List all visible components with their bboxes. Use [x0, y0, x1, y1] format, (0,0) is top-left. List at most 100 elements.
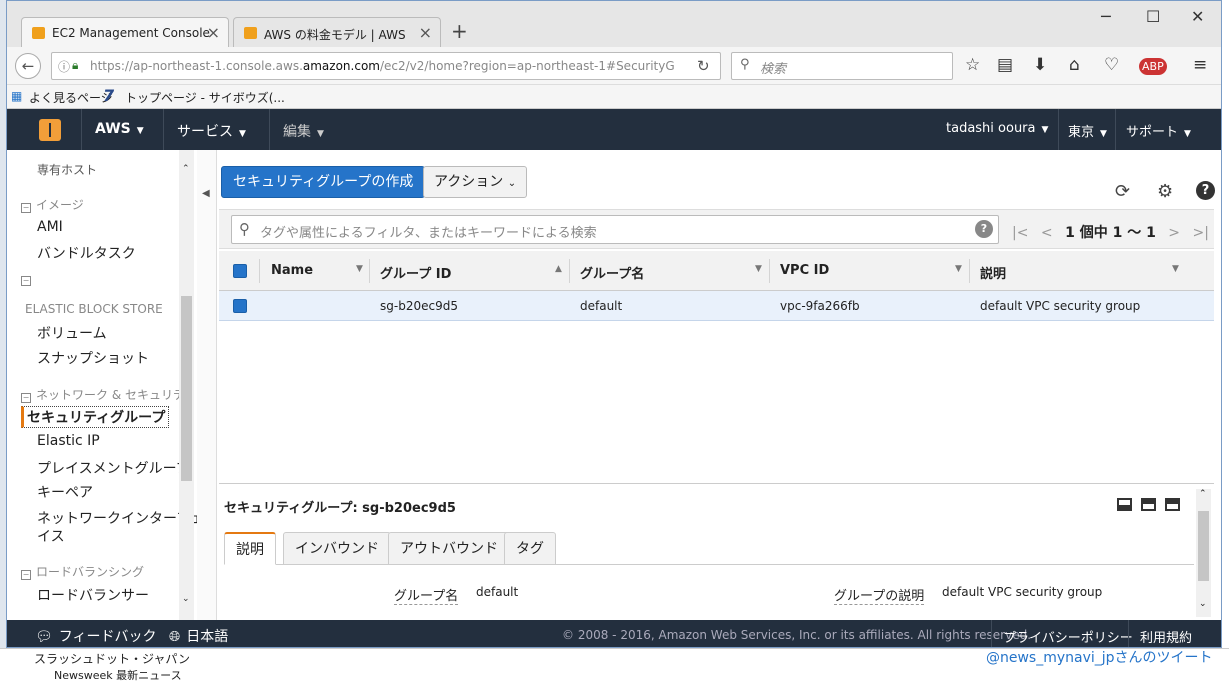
- close-icon[interactable]: ×: [419, 23, 432, 42]
- aws-cube-icon[interactable]: [39, 119, 61, 141]
- user-menu[interactable]: tadashi ooura ▼: [946, 121, 1048, 136]
- tab-aws-pricing[interactable]: AWS の料金モデル | AWS ×: [233, 17, 441, 47]
- maximize-button[interactable]: ☐: [1146, 7, 1160, 26]
- new-tab-button[interactable]: +: [451, 19, 468, 43]
- column-header-group-id[interactable]: グループ ID: [380, 263, 451, 282]
- column-divider: [969, 259, 970, 283]
- filter-help-icon[interactable]: ?: [975, 220, 993, 238]
- cell-group-name: default: [580, 299, 623, 313]
- close-icon[interactable]: ×: [207, 23, 220, 42]
- tab-description[interactable]: 説明: [224, 532, 276, 565]
- sidebar-item-network-interfaces-cont[interactable]: イス: [37, 526, 65, 546]
- background-item: Newsweek 最新ニュース: [54, 669, 182, 682]
- select-all-checkbox[interactable]: [233, 264, 247, 278]
- tab-inbound[interactable]: インバウンド: [283, 532, 391, 565]
- services-label: サービス: [177, 124, 233, 140]
- chevron-down-icon[interactable]: ▼: [1172, 264, 1179, 274]
- sidebar-scrollbar[interactable]: ⌃ ⌄: [179, 150, 194, 620]
- search-placeholder: 検索: [760, 62, 787, 77]
- sidebar-item-load-balancers[interactable]: ロードバランサー: [37, 585, 149, 605]
- actions-button[interactable]: アクション ⌄: [423, 166, 528, 198]
- language-selector[interactable]: 🌐︎ 日本語: [169, 626, 228, 646]
- home-icon[interactable]: ⌂: [1069, 55, 1080, 75]
- minimize-button[interactable]: ─: [1101, 7, 1111, 26]
- panel-top-icon[interactable]: [1165, 498, 1180, 511]
- sidebar-item-security-groups[interactable]: セキュリティグループ: [21, 406, 170, 428]
- sidebar-header-ebs[interactable]: −: [21, 271, 36, 286]
- privacy-policy-link[interactable]: プライバシーポリシー: [1003, 627, 1133, 646]
- aws-favicon-icon: [32, 27, 45, 39]
- panel-split-icon[interactable]: [1141, 498, 1156, 511]
- gear-icon[interactable]: ⚙: [1157, 181, 1173, 202]
- sidebar-item-volumes[interactable]: ボリューム: [37, 323, 107, 343]
- sidebar-item-dedicated-hosts[interactable]: 専有ホスト: [37, 161, 97, 178]
- sidebar-item-placement-groups[interactable]: プレイスメントグループ: [37, 458, 190, 478]
- tab-tags[interactable]: タグ: [504, 532, 556, 565]
- create-security-group-button[interactable]: セキュリティグループの作成: [221, 166, 426, 198]
- details-scrollbar[interactable]: ⌃ ⌄: [1196, 489, 1211, 617]
- bookmark-star-icon[interactable]: ☆: [965, 55, 980, 75]
- url-suffix: /ec2/v2/home?region=ap-northeast-1#Secur…: [379, 59, 675, 73]
- sidebar-item-snapshots[interactable]: スナップショット: [37, 348, 149, 368]
- background-item: スラッシュドット・ジャパン: [34, 652, 191, 666]
- pocket-icon[interactable]: ♡: [1104, 55, 1119, 75]
- bookmark-item[interactable]: トップページ - サイボウズ(...: [125, 89, 285, 106]
- tab-outbound[interactable]: アウトバウンド: [388, 532, 510, 565]
- aws-menu[interactable]: AWS ▼: [95, 121, 144, 137]
- sidebar-item-ami[interactable]: AMI: [37, 219, 63, 235]
- chevron-down-icon[interactable]: ▼: [755, 264, 762, 274]
- table-row[interactable]: sg-b20ec9d5 default vpc-9fa266fb default…: [219, 291, 1214, 321]
- sidebar-header-load-balancing[interactable]: − ロードバランシング: [21, 563, 144, 580]
- chevron-up-icon[interactable]: ⌃: [182, 164, 190, 174]
- column-header-description[interactable]: 説明: [980, 263, 1006, 282]
- details-title: セキュリティグループ: sg-b20ec9d5: [224, 501, 456, 516]
- bookmark-item[interactable]: よく見るページ: [29, 89, 113, 106]
- chevron-down-icon[interactable]: ⌄: [182, 594, 190, 604]
- edit-menu[interactable]: 編集 ▼: [283, 121, 324, 141]
- chevron-down-icon[interactable]: ⌄: [1199, 599, 1207, 609]
- services-menu[interactable]: サービス ▼: [177, 121, 246, 141]
- url-bar[interactable]: ⓘ 🔒︎ https://ap-northeast-1.console.aws.…: [51, 52, 721, 80]
- column-header-vpc-id[interactable]: VPC ID: [780, 263, 829, 278]
- sidebar-item-key-pairs[interactable]: キーペア: [37, 482, 93, 502]
- scrollbar-thumb[interactable]: [1198, 511, 1209, 581]
- sidebar-item-network-interfaces[interactable]: ネットワークインターフェ: [37, 508, 197, 528]
- adblock-icon[interactable]: ABP: [1139, 58, 1167, 75]
- sidebar-header-images[interactable]: − イメージ: [21, 196, 84, 213]
- browser-window: EC2 Management Console × AWS の料金モデル | AW…: [6, 0, 1222, 648]
- last-page-icon[interactable]: >|: [1192, 225, 1208, 241]
- column-header-group-name[interactable]: グループ名: [580, 263, 644, 282]
- sidebar-item-bundle-tasks[interactable]: バンドルタスク: [37, 243, 136, 263]
- chevron-down-icon[interactable]: ▼: [356, 264, 363, 274]
- next-page-icon[interactable]: >: [1168, 225, 1180, 241]
- chevron-up-icon[interactable]: ⌃: [1199, 489, 1207, 499]
- panel-bottom-icon[interactable]: [1117, 498, 1132, 511]
- tab-ec2-console[interactable]: EC2 Management Console ×: [21, 17, 229, 47]
- support-menu[interactable]: サポート ▼: [1126, 121, 1191, 140]
- refresh-icon[interactable]: ⟳: [1115, 181, 1130, 202]
- menu-icon[interactable]: ≡: [1193, 55, 1207, 75]
- close-window-button[interactable]: ✕: [1191, 7, 1204, 26]
- download-icon[interactable]: ⬇: [1033, 55, 1047, 75]
- search-input[interactable]: ⚲ 検索: [731, 52, 953, 80]
- sort-asc-icon[interactable]: ▲: [555, 264, 562, 274]
- sidebar-header-label: ロードバランシング: [36, 565, 145, 579]
- scrollbar-thumb[interactable]: [181, 296, 192, 481]
- row-checkbox[interactable]: [233, 299, 247, 313]
- reading-list-icon[interactable]: ▤: [997, 55, 1013, 75]
- sidebar-header-network[interactable]: − ネットワーク & セキュリティ: [21, 386, 196, 403]
- chevron-down-icon[interactable]: ▼: [955, 264, 962, 274]
- terms-link[interactable]: 利用規約: [1140, 627, 1192, 646]
- back-button[interactable]: ←: [15, 53, 41, 79]
- filter-input[interactable]: ⚲ タグや属性によるフィルタ、またはキーワードによる検索 ?: [231, 215, 999, 244]
- column-header-name[interactable]: Name: [271, 263, 313, 278]
- first-page-icon[interactable]: |<: [1012, 225, 1028, 241]
- sidebar-item-elastic-ip[interactable]: Elastic IP: [37, 433, 100, 449]
- feedback-button[interactable]: 💬︎ フィードバック: [35, 626, 157, 646]
- chevron-down-icon: ▼: [136, 126, 144, 136]
- reload-icon[interactable]: ↻: [697, 57, 710, 75]
- region-menu[interactable]: 東京 ▼: [1068, 121, 1107, 140]
- sidebar-collapse-toggle[interactable]: ◀: [197, 150, 217, 620]
- help-icon[interactable]: ?: [1196, 181, 1215, 200]
- prev-page-icon[interactable]: <: [1041, 225, 1053, 241]
